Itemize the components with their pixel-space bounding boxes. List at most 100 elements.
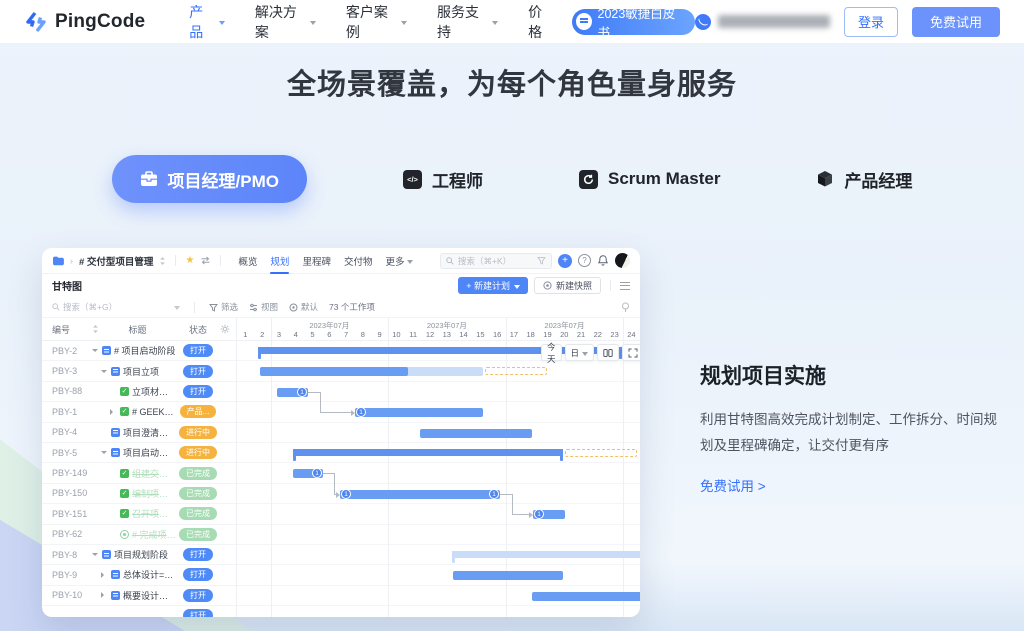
app-tab[interactable]: 规划 [270,248,289,274]
row-title-cell: 项目澄清交底 [92,426,176,439]
month-label: 2023年07月 [309,320,349,331]
swap-icon[interactable] [200,256,211,265]
create-plus-icon[interactable]: + [558,254,572,268]
expander[interactable] [92,553,99,556]
chevron-down-icon [310,21,316,25]
gantt-task-bar[interactable] [453,571,563,580]
table-row[interactable]: PBY-9总体设计=实施方案（...打开 [42,565,236,585]
app-search-input[interactable]: 搜索（⌘+K） [440,253,552,269]
target-icon [289,303,298,312]
table-row[interactable]: PBY-4项目澄清交底进行中 [42,423,236,443]
locate-icon[interactable] [621,302,630,313]
book-icon [576,13,592,30]
view-settings-button[interactable]: 视图 [249,301,278,313]
favorite-star-icon[interactable]: ★ [185,255,194,266]
expander[interactable] [101,370,108,373]
nav-item[interactable]: 客户案例 [346,2,407,42]
user-avatar[interactable] [615,253,630,268]
role-tab-label: 项目经理/PMO [168,167,279,192]
phone-number-redacted [718,15,830,28]
fullscreen-button[interactable] [622,344,640,361]
new-plan-button[interactable]: + 新建计划 [458,277,528,294]
free-trial-link[interactable]: 免费试用 > [700,479,766,494]
table-row[interactable]: PBY-2# 项目启动阶段打开 [42,341,236,361]
default-view-button[interactable]: 默认 [289,301,318,313]
list-settings-icon[interactable] [620,282,630,290]
role-tab[interactable]: 产品经理 [816,167,912,192]
pingcode-logo[interactable]: PingCode [24,10,145,34]
column-header-title[interactable]: 标题 [99,323,176,336]
row-id: PBY-151 [42,509,92,519]
gantt-summary-bar[interactable] [293,449,563,456]
column-header-id[interactable]: 编号 [42,323,92,336]
table-row[interactable]: PBY-151✓召开项目开工会已完成 [42,504,236,524]
week-gridline [271,318,272,340]
table-row[interactable]: PBY-5项目启动任命进行中 [42,443,236,463]
nav-item[interactable]: 产品 [189,2,225,42]
day-label: 18 [522,329,539,340]
today-button[interactable]: 今天 [541,344,562,361]
expander[interactable] [101,592,108,598]
table-row[interactable]: PBY-150✓编制项目章程已完成 [42,484,236,504]
nav-item[interactable]: 价格 [528,2,554,42]
table-row[interactable]: PBY-62# 完成项目启动阶段...已完成 [42,525,236,545]
nav-item[interactable]: 解决方案 [255,2,316,42]
expander[interactable] [101,572,108,578]
expander[interactable] [110,409,117,415]
gantt-task-bar[interactable] [355,408,483,417]
gantt-row [237,525,640,545]
app-tab[interactable]: 里程碑 [302,248,331,274]
notification-bell-icon[interactable] [597,254,609,267]
task-check-icon: ✓ [120,489,129,498]
gantt-toolbar: 甘特图 + 新建计划 新建快照 [42,274,640,297]
help-icon[interactable]: ? [578,254,591,267]
row-title-cell: ✓# GEEKBOOKS 极... [92,405,176,418]
pingcode-landing-page: PingCode 产品解决方案客户案例服务支持价格 2023敏捷白皮书 登录 免… [0,0,1024,631]
row-title-cell: 概要设计（分） [92,589,176,602]
whitepaper-badge[interactable]: 2023敏捷白皮书 [572,9,695,35]
table-row[interactable]: 打开 [42,606,236,617]
gantt-task-bar[interactable] [532,592,640,601]
app-tab[interactable]: 概览 [238,248,257,274]
chevron-down-icon [219,21,225,25]
gantt-summary-bar[interactable] [452,551,640,558]
app-tab[interactable]: 交付物 [344,248,373,274]
role-tab[interactable]: 项目经理/PMO [112,155,307,203]
day-label: 17 [506,329,523,340]
project-switcher-icon[interactable] [159,256,166,266]
new-snapshot-button[interactable]: 新建快照 [534,277,601,294]
role-tab[interactable]: </>工程师 [403,167,483,192]
gantt-bar-progress[interactable] [260,367,408,376]
nav-item[interactable]: 服务支持 [437,2,498,42]
row-title-cell: # 完成项目启动阶段... [92,528,176,541]
status-badge: 打开 [183,548,213,561]
time-unit-select[interactable]: 日 [565,344,595,361]
table-row[interactable]: PBY-3项目立项打开 [42,361,236,381]
gantt-search-input[interactable]: 搜索（⌘+G） [52,301,180,313]
column-header-status[interactable]: 状态 [176,323,220,336]
role-tab[interactable]: Scrum Master [579,169,720,189]
table-row[interactable]: PBY-1✓# GEEKBOOKS 极...产品... [42,402,236,422]
free-trial-button[interactable]: 免费试用 [912,7,1000,37]
gantt-task-bar[interactable] [420,429,532,438]
table-row[interactable]: PBY-149✓组建交付群和工作台已完成 [42,463,236,483]
expander[interactable] [101,451,108,454]
gantt-task-bar[interactable] [340,490,500,499]
project-name[interactable]: # 交付型项目管理 [79,254,153,268]
column-settings-gear-icon[interactable] [220,324,236,334]
phase-icon [111,570,120,579]
filter-button[interactable]: 筛选 [209,301,238,313]
table-row[interactable]: PBY-8项目规划阶段打开 [42,545,236,565]
fullscreen-icon [628,348,638,358]
app-tab[interactable]: 更多 [385,248,413,274]
table-row[interactable]: PBY-88✓立项材料编辑打开 [42,382,236,402]
table-row[interactable]: PBY-10概要设计（分）打开 [42,586,236,606]
dependency-badge: 1 [489,489,499,499]
login-button[interactable]: 登录 [844,7,898,37]
split-view-button[interactable] [597,344,619,361]
split-panel-icon [603,348,613,358]
sort-icon[interactable] [92,324,99,334]
row-title: 概要设计（分） [123,589,176,602]
expander[interactable] [92,349,99,352]
status-badge: 打开 [183,568,213,581]
